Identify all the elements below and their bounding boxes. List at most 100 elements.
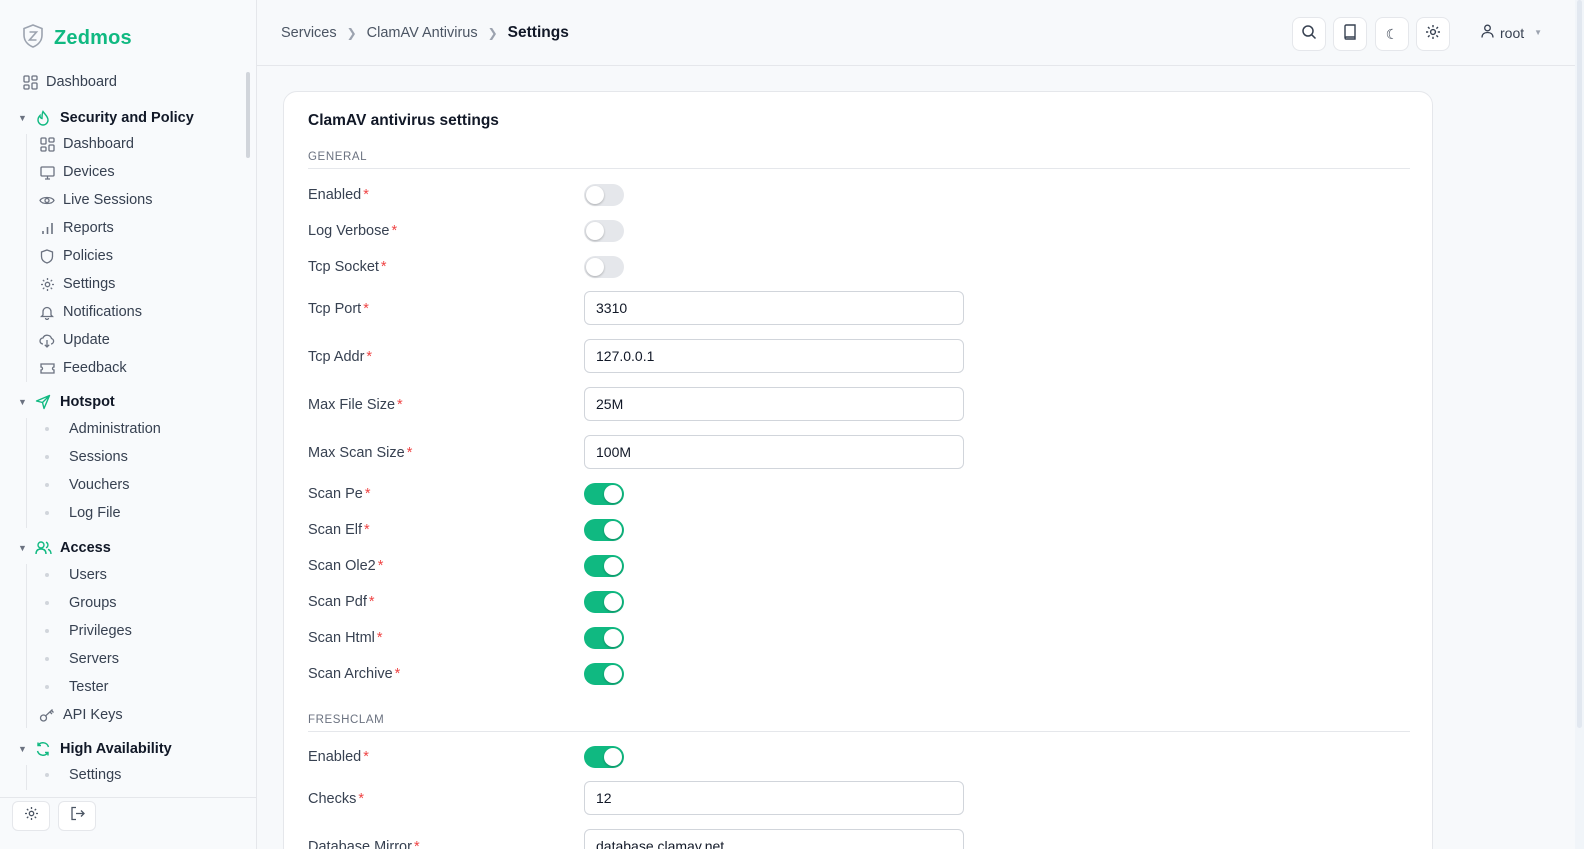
sidebar-item-ha-settings[interactable]: Settings — [39, 767, 121, 783]
sidebar-item-label: Feedback — [63, 360, 127, 376]
sidebar-item-live-sessions[interactable]: Live Sessions — [39, 192, 152, 208]
sidebar-item-tester[interactable]: Tester — [39, 679, 109, 695]
sidebar-item-devices[interactable]: Devices — [39, 164, 115, 180]
group-line — [26, 765, 27, 790]
refresh-icon — [34, 740, 52, 758]
sidebar-item-notifications[interactable]: Notifications — [39, 304, 142, 320]
field-log-verbose-label: Log Verbose * — [308, 223, 397, 239]
breadcrumb-clamav[interactable]: ClamAV Antivirus — [367, 25, 478, 41]
sidebar-item-groups[interactable]: Groups — [39, 595, 117, 611]
sidebar-item-log-file[interactable]: Log File — [39, 505, 121, 521]
page-scrollbar[interactable] — [1577, 0, 1582, 728]
max-scan-size-input[interactable] — [584, 435, 964, 469]
label-text: Scan Pdf — [308, 594, 367, 610]
breadcrumb-current: Settings — [507, 24, 569, 41]
toggle-scan-pdf[interactable] — [584, 591, 624, 613]
bullet — [45, 573, 49, 577]
field-scan-elf-label: Scan Elf * — [308, 522, 370, 538]
required-marker: * — [363, 301, 369, 317]
toggle-scan-ole2[interactable] — [584, 555, 624, 577]
required-marker: * — [364, 486, 371, 502]
sidebar-item-administration[interactable]: Administration — [39, 421, 161, 437]
database-mirror-input[interactable] — [584, 829, 964, 849]
sidebar-group-hotspot[interactable]: ▼ Hotspot — [18, 393, 115, 411]
label-text: Tcp Addr — [308, 349, 365, 365]
section-freshclam: FRESHCLAM — [308, 714, 1410, 732]
toggle-scan-elf[interactable] — [584, 519, 624, 541]
field-tcp-port-label: Tcp Port * — [308, 301, 369, 317]
sidebar-item-users[interactable]: Users — [39, 567, 107, 583]
required-marker: * — [376, 630, 383, 646]
moon-icon: ☾ — [1385, 25, 1399, 42]
settings-card: ClamAV antivirus settings GENERAL Enable… — [283, 91, 1433, 849]
checks-input[interactable] — [584, 781, 964, 815]
label-text: Scan Pe — [308, 486, 363, 502]
tcp-addr-input[interactable] — [584, 339, 964, 373]
chevron-right-icon: ❯ — [487, 26, 498, 40]
sidebar-item-label: Reports — [63, 220, 114, 236]
toggle-scan-pe[interactable] — [584, 483, 624, 505]
sidebar-item-servers[interactable]: Servers — [39, 651, 119, 667]
toggle-scan-archive[interactable] — [584, 663, 624, 685]
sidebar: Zedmos Dashboard ▼ Security and Policy D… — [0, 0, 257, 849]
max-file-size-input[interactable] — [584, 387, 964, 421]
field-max-file-size-label: Max File Size * — [308, 397, 403, 413]
settings-button[interactable] — [1416, 17, 1450, 51]
toggle-scan-html[interactable] — [584, 627, 624, 649]
group-line — [26, 134, 27, 382]
group-line — [26, 564, 27, 728]
field-scan-pdf-label: Scan Pdf * — [308, 594, 375, 610]
theme-toggle-button[interactable]: ☾ — [1375, 17, 1409, 51]
field-checks-label: Checks * — [308, 791, 364, 807]
logout-button[interactable] — [58, 801, 96, 831]
sidebar-item-feedback[interactable]: Feedback — [39, 360, 127, 376]
brand[interactable]: Zedmos — [22, 24, 132, 53]
sidebar-item-privileges[interactable]: Privileges — [39, 623, 132, 639]
label-text: Database Mirror — [308, 839, 412, 849]
docs-button[interactable] — [1333, 17, 1367, 51]
gear-icon — [1425, 24, 1441, 45]
field-scan-html-label: Scan Html * — [308, 630, 383, 646]
sidebar-item-policies[interactable]: Policies — [39, 248, 113, 264]
label-text: Scan Elf — [308, 522, 362, 538]
breadcrumb-services[interactable]: Services — [281, 25, 337, 41]
sidebar-item-label: Notifications — [63, 304, 142, 320]
gear-icon — [24, 806, 39, 826]
sidebar-item-label: Settings — [63, 276, 116, 292]
field-tcp-addr-label: Tcp Addr * — [308, 349, 372, 365]
toggle-tcp-socket[interactable] — [584, 256, 624, 278]
toggle-log-verbose[interactable] — [584, 220, 624, 242]
tcp-port-input[interactable] — [584, 291, 964, 325]
user-icon — [1481, 24, 1494, 41]
user-menu[interactable]: root ▼ — [1481, 24, 1542, 41]
sidebar-item-reports[interactable]: Reports — [39, 220, 114, 236]
sidebar-group-access[interactable]: ▼ Access — [18, 539, 111, 557]
sidebar-item-security-dashboard[interactable]: Dashboard — [39, 136, 134, 152]
bullet — [45, 773, 49, 777]
sidebar-item-settings[interactable]: Settings — [39, 276, 115, 292]
toggle-enabled[interactable] — [584, 184, 624, 206]
card-title: ClamAV antivirus settings — [308, 112, 499, 129]
top-header: Services ❯ ClamAV Antivirus ❯ Settings ☾… — [257, 0, 1584, 66]
sidebar-group-high-availability[interactable]: ▼ High Availability — [18, 740, 172, 758]
sidebar-item-sessions[interactable]: Sessions — [39, 449, 128, 465]
sidebar-item-update[interactable]: Update — [39, 332, 110, 348]
sidebar-item-api-keys[interactable]: API Keys — [39, 707, 123, 723]
sidebar-item-dashboard[interactable]: Dashboard — [22, 74, 117, 90]
sidebar-item-vouchers[interactable]: Vouchers — [39, 477, 129, 493]
required-marker: * — [363, 749, 369, 765]
required-marker: * — [364, 522, 370, 538]
label-text: Scan Html — [308, 630, 375, 646]
bullet — [45, 629, 49, 633]
search-icon — [1301, 24, 1317, 45]
label-text: Log Verbose — [308, 223, 390, 239]
bullet — [45, 601, 49, 605]
toggle-freshclam-enabled[interactable] — [584, 746, 624, 768]
sidebar-settings-button[interactable] — [12, 801, 50, 831]
search-button[interactable] — [1292, 17, 1326, 51]
sidebar-item-label: Policies — [63, 248, 113, 264]
sidebar-item-label: Devices — [63, 164, 115, 180]
required-marker: * — [391, 223, 398, 239]
sidebar-group-security-and-policy[interactable]: ▼ Security and Policy — [18, 109, 194, 127]
section-general: GENERAL — [308, 151, 1410, 169]
